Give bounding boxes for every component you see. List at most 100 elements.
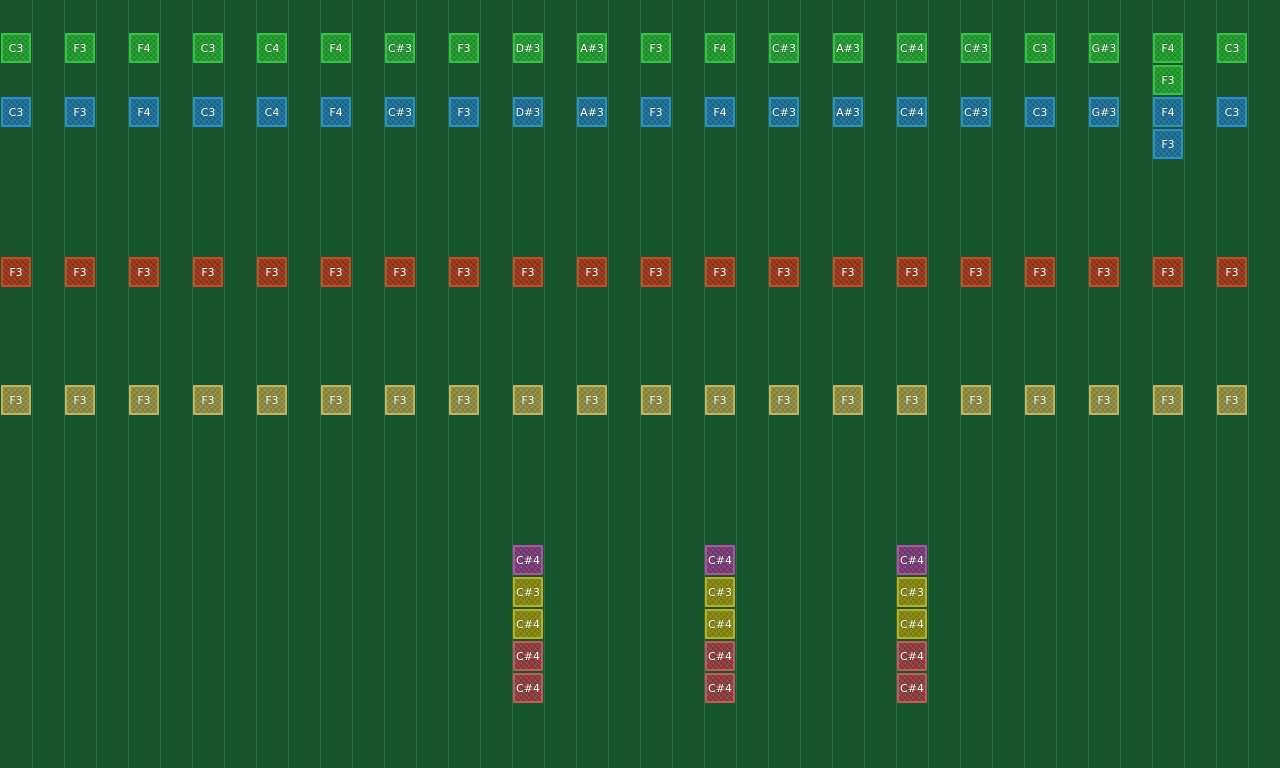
blue-track-note[interactable]: C#3 <box>961 97 991 127</box>
blue-track-note[interactable]: F3 <box>641 97 671 127</box>
khaki-track-note[interactable]: F3 <box>577 385 607 415</box>
khaki-track-note[interactable]: F3 <box>833 385 863 415</box>
red-track-note[interactable]: F3 <box>1 257 31 287</box>
green-track-note[interactable]: C3 <box>1217 33 1247 63</box>
blue-track-note[interactable]: C3 <box>193 97 223 127</box>
khaki-track-note[interactable]: F3 <box>65 385 95 415</box>
blue-track-note[interactable]: G#3 <box>1089 97 1119 127</box>
khaki-track-note[interactable]: F3 <box>1217 385 1247 415</box>
green-track-note[interactable]: F4 <box>129 33 159 63</box>
khaki-track-note[interactable]: F3 <box>641 385 671 415</box>
khaki-track-note[interactable]: F3 <box>1025 385 1055 415</box>
blue-track-note[interactable]: A#3 <box>577 97 607 127</box>
red-track-note[interactable]: F3 <box>65 257 95 287</box>
chord-note[interactable]: C#4 <box>513 609 543 639</box>
chord-note[interactable]: C#4 <box>513 545 543 575</box>
green-track-note[interactable]: F4 <box>321 33 351 63</box>
green-track-note[interactable]: C3 <box>1 33 31 63</box>
blue-track-note[interactable]: F3 <box>65 97 95 127</box>
grid-line <box>1056 0 1057 768</box>
blue-track-note[interactable]: F3 <box>449 97 479 127</box>
khaki-track-note[interactable]: F3 <box>769 385 799 415</box>
red-track-note[interactable]: F3 <box>897 257 927 287</box>
red-track-note[interactable]: F3 <box>193 257 223 287</box>
chord-note[interactable]: C#4 <box>897 673 927 703</box>
blue-track-note[interactable]: C#4 <box>897 97 927 127</box>
chord-note[interactable]: C#4 <box>705 641 735 671</box>
green-track-note[interactable]: F3 <box>641 33 671 63</box>
red-track-note[interactable]: F3 <box>1153 257 1183 287</box>
chord-note[interactable]: C#3 <box>897 577 927 607</box>
khaki-track-note[interactable]: F3 <box>897 385 927 415</box>
blue-track-note[interactable]: C3 <box>1 97 31 127</box>
green-track-note[interactable]: F4 <box>1153 33 1183 63</box>
blue-track-note[interactable]: D#3 <box>513 97 543 127</box>
red-track-note[interactable]: F3 <box>769 257 799 287</box>
khaki-track-note[interactable]: F3 <box>1089 385 1119 415</box>
green-track-note[interactable]: A#3 <box>577 33 607 63</box>
khaki-track-note[interactable]: F3 <box>513 385 543 415</box>
red-track-note[interactable]: F3 <box>1025 257 1055 287</box>
blue-track-note[interactable]: C3 <box>1217 97 1247 127</box>
green-track-note[interactable]: C#3 <box>769 33 799 63</box>
green-track-note[interactable]: F3 <box>449 33 479 63</box>
grid-line <box>672 0 673 768</box>
blue-track-note[interactable]: F3 <box>1153 129 1183 159</box>
khaki-track-note[interactable]: F3 <box>193 385 223 415</box>
khaki-track-note[interactable]: F3 <box>257 385 287 415</box>
green-track-note[interactable]: A#3 <box>833 33 863 63</box>
green-track-note[interactable]: C3 <box>1025 33 1055 63</box>
chord-note[interactable]: C#4 <box>705 545 735 575</box>
khaki-track-note[interactable]: F3 <box>961 385 991 415</box>
red-track-note[interactable]: F3 <box>385 257 415 287</box>
chord-note[interactable]: C#4 <box>705 673 735 703</box>
green-track-note[interactable]: F4 <box>705 33 735 63</box>
red-track-note[interactable]: F3 <box>257 257 287 287</box>
green-track-note[interactable]: C#3 <box>385 33 415 63</box>
red-track-note[interactable]: F3 <box>1217 257 1247 287</box>
green-track-note[interactable]: C3 <box>193 33 223 63</box>
green-track-note[interactable]: D#3 <box>513 33 543 63</box>
blue-track-note[interactable]: F4 <box>321 97 351 127</box>
khaki-track-note[interactable]: F3 <box>1153 385 1183 415</box>
red-track-note[interactable]: F3 <box>513 257 543 287</box>
green-track-note[interactable]: F3 <box>1153 65 1183 95</box>
blue-track-note[interactable]: A#3 <box>833 97 863 127</box>
red-track-note[interactable]: F3 <box>705 257 735 287</box>
blue-track-note[interactable]: F4 <box>129 97 159 127</box>
red-track-note[interactable]: F3 <box>961 257 991 287</box>
red-track-note[interactable]: F3 <box>321 257 351 287</box>
green-track-note[interactable]: F3 <box>65 33 95 63</box>
khaki-track-note[interactable]: F3 <box>1 385 31 415</box>
khaki-track-note[interactable]: F3 <box>705 385 735 415</box>
note-grid[interactable]: C3 F3 F4 C3 C4 F4 C#3 F3 D#3 A#3 F3 F4 C#3 A#3 C#4 C#3 C… <box>0 0 1280 768</box>
khaki-track-note[interactable]: F3 <box>321 385 351 415</box>
chord-note[interactable]: C#3 <box>513 577 543 607</box>
chord-note[interactable]: C#4 <box>513 673 543 703</box>
green-track-note[interactable]: G#3 <box>1089 33 1119 63</box>
green-track-note[interactable]: C#4 <box>897 33 927 63</box>
red-track-note[interactable]: F3 <box>449 257 479 287</box>
blue-track-note[interactable]: C3 <box>1025 97 1055 127</box>
chord-note[interactable]: C#4 <box>897 545 927 575</box>
blue-track-note[interactable]: C#3 <box>769 97 799 127</box>
chord-note[interactable]: C#4 <box>897 641 927 671</box>
blue-track-note[interactable]: F4 <box>1153 97 1183 127</box>
khaki-track-note[interactable]: F3 <box>385 385 415 415</box>
green-track-note[interactable]: C#3 <box>961 33 991 63</box>
chord-note[interactable]: C#4 <box>513 641 543 671</box>
blue-track-note[interactable]: F4 <box>705 97 735 127</box>
blue-track-note[interactable]: C4 <box>257 97 287 127</box>
red-track-note[interactable]: F3 <box>641 257 671 287</box>
chord-note[interactable]: C#4 <box>705 609 735 639</box>
khaki-track-note[interactable]: F3 <box>129 385 159 415</box>
red-track-note[interactable]: F3 <box>833 257 863 287</box>
khaki-track-note[interactable]: F3 <box>449 385 479 415</box>
chord-note[interactable]: C#4 <box>897 609 927 639</box>
chord-note[interactable]: C#3 <box>705 577 735 607</box>
red-track-note[interactable]: F3 <box>577 257 607 287</box>
red-track-note[interactable]: F3 <box>1089 257 1119 287</box>
blue-track-note[interactable]: C#3 <box>385 97 415 127</box>
green-track-note[interactable]: C4 <box>257 33 287 63</box>
red-track-note[interactable]: F3 <box>129 257 159 287</box>
